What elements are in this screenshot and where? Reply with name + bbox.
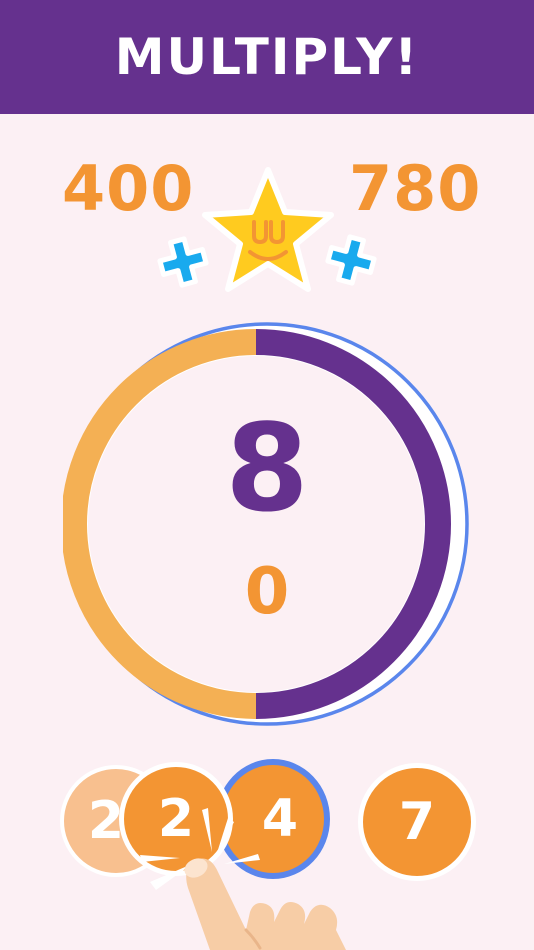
current-product: 0 bbox=[244, 555, 290, 629]
star-mascot bbox=[150, 160, 386, 300]
plus-right-icon bbox=[325, 234, 377, 286]
game-title: MULTIPLY! bbox=[114, 28, 420, 86]
header-bar: MULTIPLY! bbox=[0, 0, 534, 114]
tile-label: 7 bbox=[398, 792, 436, 852]
star-face-icon bbox=[202, 167, 334, 292]
pointing-hand-icon bbox=[184, 858, 346, 950]
target-number: 8 bbox=[225, 400, 309, 539]
plus-left-icon bbox=[157, 236, 209, 288]
